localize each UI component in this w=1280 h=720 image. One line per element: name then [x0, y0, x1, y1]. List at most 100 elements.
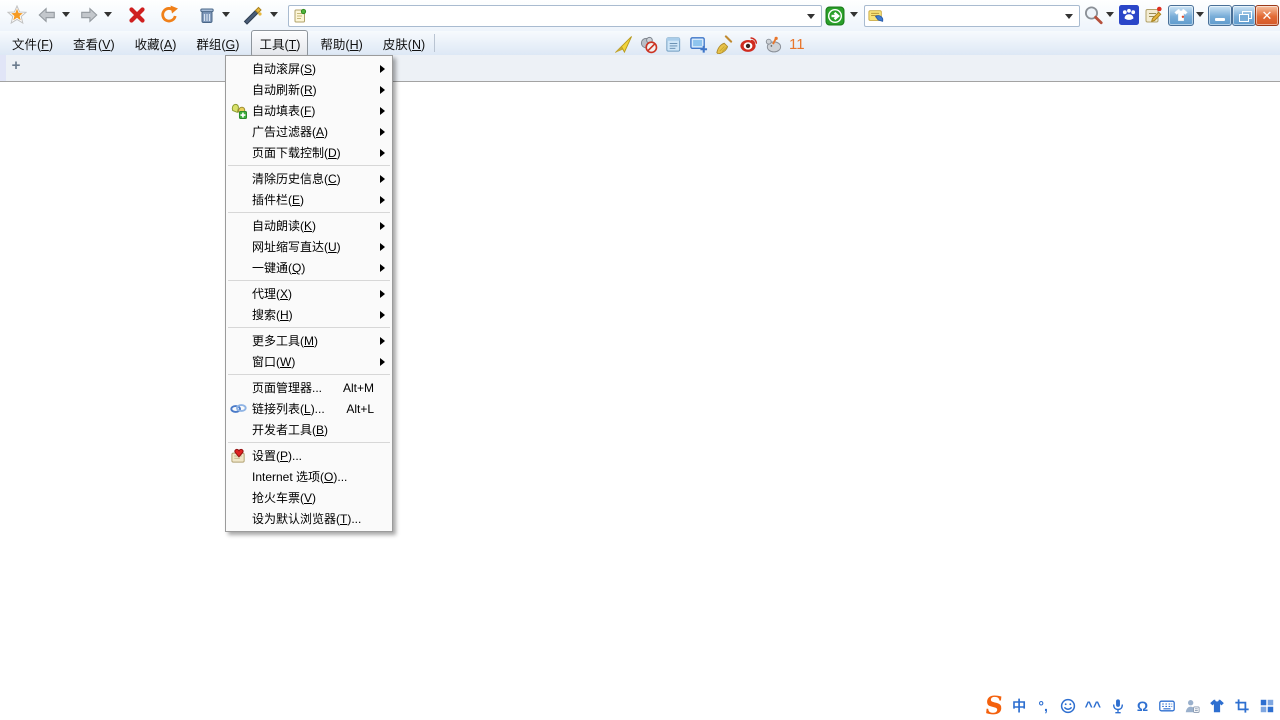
menu-item-shortcut: Alt+L: [332, 402, 374, 416]
minimize-button[interactable]: [1208, 5, 1232, 26]
submenu-arrow-icon: [380, 128, 385, 136]
restore-button[interactable]: [1232, 5, 1256, 26]
submenu-arrow-icon: [380, 358, 385, 366]
menu-item[interactable]: 代理(X): [226, 283, 392, 304]
stop-icon[interactable]: [126, 4, 148, 26]
emoji-smiley-icon[interactable]: [1060, 696, 1076, 716]
menu-item[interactable]: 页面下载控制(D): [226, 142, 392, 163]
go-dropdown-icon[interactable]: [850, 12, 858, 17]
account-person-icon[interactable]: [1184, 696, 1200, 716]
menu-item-label: 页面下载控制(D): [252, 144, 341, 161]
search-dropdown-icon[interactable]: [1065, 14, 1073, 19]
menubar-item[interactable]: 查看(V): [65, 30, 123, 57]
forward-icon[interactable]: [78, 4, 100, 26]
menu-item[interactable]: 开发者工具(B): [226, 419, 392, 440]
tab-strip: +: [0, 55, 1280, 82]
menu-item[interactable]: 清除历史信息(C): [226, 168, 392, 189]
menu-item[interactable]: 插件栏(E): [226, 189, 392, 210]
favorites-star-icon[interactable]: [6, 4, 28, 26]
link-list-icon: [230, 400, 247, 417]
weibo-icon[interactable]: [737, 34, 759, 54]
menu-item[interactable]: 自动填表(F): [226, 100, 392, 121]
menu-item[interactable]: 更多工具(M): [226, 330, 392, 351]
skin-tshirt-button[interactable]: [1168, 5, 1194, 26]
menu-item[interactable]: 广告过滤器(A): [226, 121, 392, 142]
menubar-item[interactable]: 群组(G): [188, 30, 247, 57]
search-bar: [864, 5, 1080, 27]
menu-item[interactable]: 搜索(H): [226, 304, 392, 325]
forward-dropdown-icon[interactable]: [104, 12, 112, 17]
close-button[interactable]: ✕: [1255, 5, 1279, 26]
menu-item[interactable]: 链接列表(L)... Alt+L: [226, 398, 392, 419]
magnifier-icon[interactable]: [1082, 4, 1104, 26]
notes-icon[interactable]: [662, 34, 684, 54]
edit-note-icon[interactable]: [1142, 4, 1164, 26]
symbols-omega-icon[interactable]: Ω: [1135, 696, 1150, 716]
menu-item[interactable]: 页面管理器...Alt+M: [226, 377, 392, 398]
menu-item-label: 链接列表(L)...: [252, 400, 325, 417]
tshirt-icon: [1173, 8, 1189, 23]
menu-item[interactable]: 自动朗读(K): [226, 215, 392, 236]
menu-item-label: 一键通(Q): [252, 259, 305, 276]
soft-keyboard-icon[interactable]: [1159, 696, 1175, 716]
trash-dropdown-icon[interactable]: [222, 12, 230, 17]
chinese-mode-icon[interactable]: 中: [1012, 696, 1027, 716]
toolbox-grid-icon[interactable]: [1259, 696, 1275, 716]
new-tab-button[interactable]: +: [8, 58, 24, 74]
menu-item[interactable]: 网址缩写直达(U): [226, 236, 392, 257]
submenu-arrow-icon: [380, 196, 385, 204]
screenshot-crop-icon[interactable]: [1234, 696, 1250, 716]
back-dropdown-icon[interactable]: [62, 12, 70, 17]
marker-pen-icon[interactable]: [242, 4, 264, 26]
trash-icon[interactable]: [196, 4, 218, 26]
menu-item[interactable]: Internet 选项(O)...: [226, 466, 392, 487]
voice-mic-icon[interactable]: [1110, 696, 1126, 716]
menu-separator: [228, 165, 390, 166]
menu-item[interactable]: 一键通(Q): [226, 257, 392, 278]
address-input[interactable]: [311, 7, 807, 25]
settings-heart-icon: [230, 447, 247, 464]
cleaner-broom-icon[interactable]: [712, 34, 734, 54]
punctuation-icon[interactable]: °,: [1036, 696, 1051, 716]
pen-dropdown-icon[interactable]: [270, 12, 278, 17]
menu-item[interactable]: 自动滚屏(S): [226, 58, 392, 79]
menubar-divider: [434, 34, 435, 52]
sogou-ime-logo[interactable]: S: [983, 694, 1004, 718]
menubar-item[interactable]: 帮助(H): [312, 30, 370, 57]
ticket-count-badge[interactable]: 11: [789, 36, 805, 53]
menu-item-label: 代理(X): [252, 285, 292, 302]
go-arrow-icon[interactable]: [824, 5, 846, 27]
sogou-paw-icon[interactable]: [1118, 4, 1140, 26]
address-dropdown-icon[interactable]: [807, 14, 815, 19]
menubar-item[interactable]: 工具(T): [251, 30, 308, 57]
refresh-icon[interactable]: [158, 4, 180, 26]
menu-item-label: 自动刷新(R): [252, 81, 317, 98]
menu-item[interactable]: 设为默认浏览器(T)...: [226, 508, 392, 529]
menubar-item[interactable]: 文件(F): [4, 30, 61, 57]
skin-dropdown-icon[interactable]: [1196, 12, 1204, 17]
magnifier-dropdown-icon[interactable]: [1106, 12, 1114, 17]
send-dart-icon[interactable]: [612, 34, 634, 54]
ad-filter-icon[interactable]: [637, 34, 659, 54]
menubar-item[interactable]: 皮肤(N): [375, 30, 433, 57]
menu-item-label: 广告过滤器(A): [252, 123, 328, 140]
back-icon[interactable]: [36, 4, 58, 26]
menu-item-label: 设为默认浏览器(T)...: [252, 510, 361, 527]
address-bar: [288, 5, 822, 27]
menu-item-label: 搜索(H): [252, 306, 293, 323]
menubar-item[interactable]: 收藏(A): [127, 30, 185, 57]
search-input[interactable]: [887, 7, 1065, 25]
menu-item[interactable]: 自动刷新(R): [226, 79, 392, 100]
ticket-mouse-icon[interactable]: [762, 34, 784, 54]
menu-item-shortcut: Alt+M: [329, 381, 374, 395]
skin-tshirt-icon[interactable]: [1209, 696, 1225, 716]
submenu-arrow-icon: [380, 175, 385, 183]
kaomoji-icon[interactable]: ^^: [1085, 696, 1101, 716]
menu-item[interactable]: 设置(P)...: [226, 445, 392, 466]
autofill-gloves-icon: [230, 102, 247, 119]
menu-item[interactable]: 窗口(W): [226, 351, 392, 372]
menu-item[interactable]: 抢火车票(V): [226, 487, 392, 508]
submenu-arrow-icon: [380, 86, 385, 94]
screenshot-plus-icon[interactable]: [687, 34, 709, 54]
menu-item-label: 插件栏(E): [252, 191, 304, 208]
